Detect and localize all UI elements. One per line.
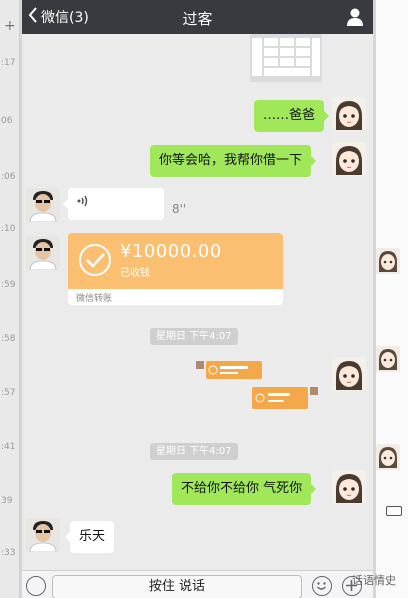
hold-to-talk-button[interactable]: 按住 说话 [52, 575, 302, 598]
watermark: 话语情史 [352, 574, 396, 587]
timestamp: 星期日 下午4:07 [150, 328, 238, 345]
voice-wave-icon [77, 195, 89, 212]
user-icon[interactable] [345, 7, 365, 27]
background-avatar [376, 346, 400, 372]
message-bubble-sent[interactable]: 你等会哈，我帮你借一下 [150, 145, 317, 177]
left-time: :57 [1, 388, 16, 398]
background-avatar [376, 248, 400, 274]
transfer-footer: 微信转账 [76, 294, 113, 304]
avatar[interactable] [332, 97, 366, 131]
voice-message[interactable] [63, 188, 164, 220]
background-avatar [376, 444, 400, 470]
transfer-card[interactable]: ¥10000.00 已收钱 微信转账 [68, 233, 283, 305]
keyboard-screenshot-thumbnail[interactable] [250, 34, 322, 82]
avatar[interactable] [332, 470, 366, 504]
voice-duration: 8'' [172, 202, 187, 216]
keyboard-icon[interactable] [26, 576, 46, 596]
left-time: :10 [1, 224, 16, 234]
left-time: :33 [1, 548, 16, 558]
message-bubble-received[interactable]: 乐天 [64, 521, 115, 553]
back-label: 微信(3) [41, 10, 89, 26]
video-icon [386, 506, 402, 516]
back-button[interactable]: 微信(3) [28, 7, 89, 27]
timestamp: 星期日 下午4:07 [150, 443, 238, 460]
top-bar: 微信(3) 过客 [22, 0, 373, 34]
transfer-amount: ¥10000.00 [120, 241, 222, 262]
message-bubble-sent[interactable]: ……爸爸 [254, 100, 330, 132]
left-time: 06 [1, 116, 13, 126]
left-time: :06 [1, 172, 16, 182]
image-message[interactable] [192, 357, 320, 420]
left-time: :58 [1, 334, 16, 344]
left-plus: + [4, 18, 16, 34]
left-time: :59 [1, 280, 16, 290]
avatar[interactable] [332, 142, 366, 176]
avatar[interactable] [332, 357, 366, 391]
check-circle-icon [78, 243, 112, 281]
emoji-icon[interactable] [312, 576, 332, 596]
message-bubble-sent[interactable]: 不给你不给你 气死你 [172, 473, 317, 505]
avatar[interactable] [26, 518, 60, 552]
left-time: 39 [1, 496, 13, 506]
chat-window: 微信(3) 过客 ……爸爸 你等会哈，我帮你借一下 8'' ¥10000.00 … [22, 0, 373, 598]
avatar[interactable] [26, 236, 60, 270]
transfer-status: 已收钱 [120, 268, 150, 279]
left-time: :17 [1, 58, 16, 68]
input-bar: 按住 说话 [22, 570, 373, 598]
left-time: :41 [1, 442, 16, 452]
transfer-card-top: ¥10000.00 已收钱 [68, 233, 283, 289]
chevron-left-icon [28, 7, 41, 27]
avatar[interactable] [26, 188, 60, 222]
background-left-window: + :17 06 :06 :10 :59 :58 :57 :41 39 :33 [0, 0, 20, 598]
